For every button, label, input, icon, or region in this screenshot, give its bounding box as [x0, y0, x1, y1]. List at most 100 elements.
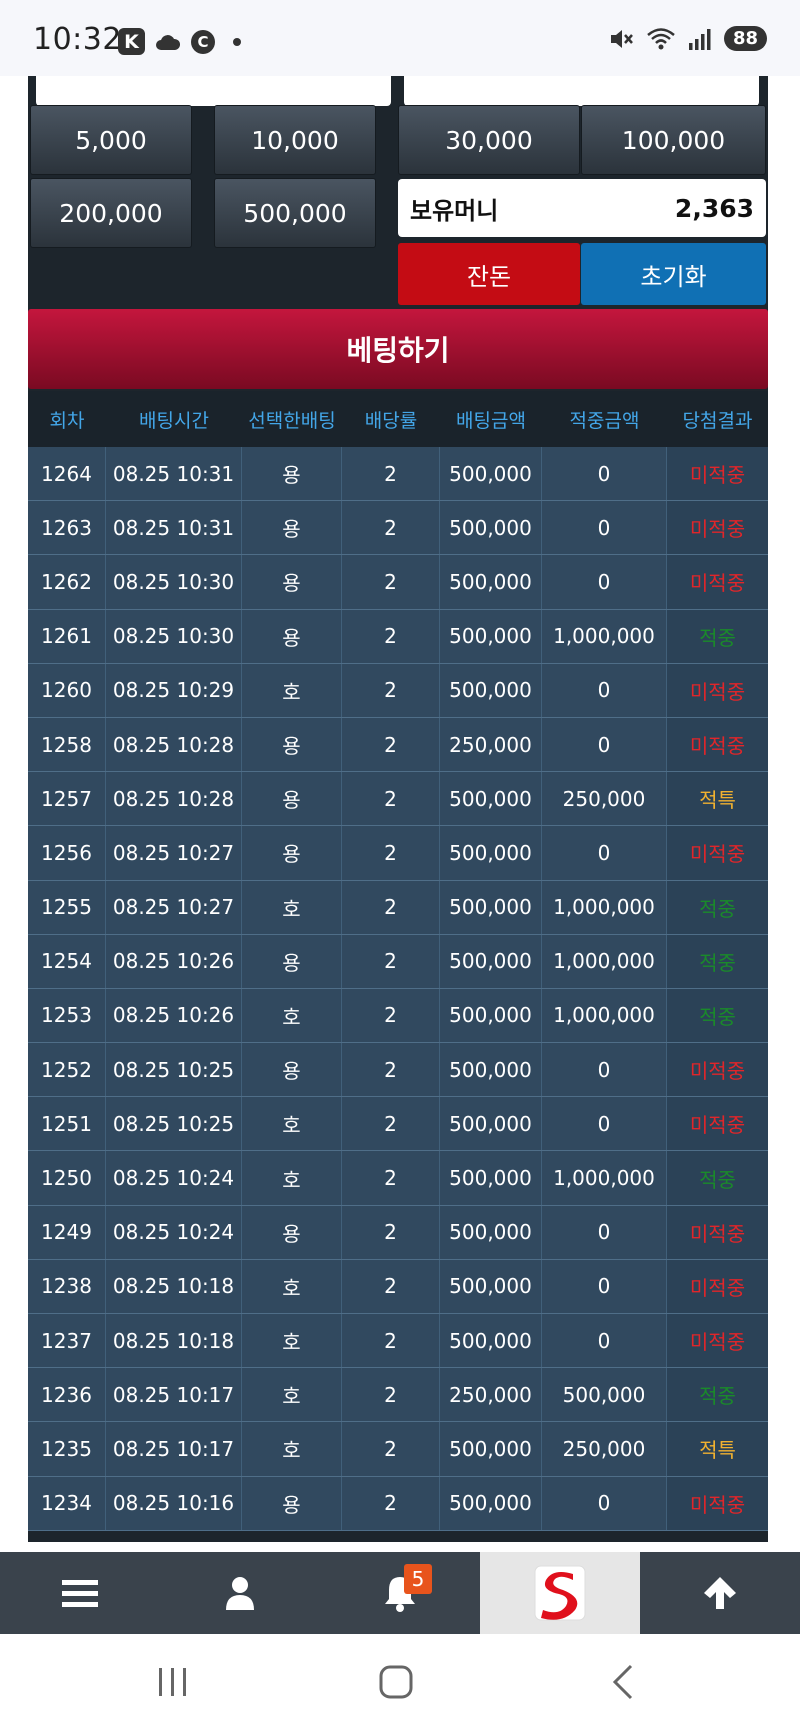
- odds-cell: 2: [342, 663, 440, 717]
- win-amount-cell: 1,000,000: [542, 934, 667, 988]
- recent-apps-icon[interactable]: [155, 1664, 191, 1700]
- menu-icon: [62, 1580, 98, 1607]
- user-icon: [226, 1577, 254, 1610]
- round-cell: 1252: [28, 1043, 106, 1097]
- round-cell: 1257: [28, 772, 106, 826]
- selected-bet-cell: 호: [242, 663, 342, 717]
- bet-amount-cell: 500,000: [440, 1259, 542, 1313]
- round-cell: 1237: [28, 1314, 106, 1368]
- game-select-right[interactable]: [404, 76, 759, 106]
- result-cell: 적중: [667, 609, 768, 663]
- odds-cell: 2: [342, 1314, 440, 1368]
- notification-button[interactable]: 5: [320, 1552, 480, 1634]
- round-cell: 1234: [28, 1476, 106, 1530]
- round-cell: 1264: [28, 447, 106, 501]
- result-cell: 미적중: [667, 555, 768, 609]
- betting-panel: 5,000 10,000 30,000 100,000 200,000 500,…: [28, 76, 768, 1542]
- result-cell: 적중: [667, 1151, 768, 1205]
- odds-cell: 2: [342, 447, 440, 501]
- round-cell: 1256: [28, 826, 106, 880]
- user-button[interactable]: [160, 1552, 320, 1634]
- menu-button[interactable]: [0, 1552, 160, 1634]
- table-row: 1255 08.25 10:27 호 2 500,000 1,000,000 적중: [28, 880, 768, 935]
- odds-cell: 2: [342, 988, 440, 1043]
- k-app-icon: K: [118, 28, 145, 55]
- remaining-button[interactable]: 잔돈: [398, 243, 580, 305]
- brand-logo: [534, 1565, 586, 1621]
- bet-amount-cell: 250,000: [440, 717, 542, 772]
- win-amount-cell: 1,000,000: [542, 988, 667, 1043]
- scroll-top-button[interactable]: [640, 1552, 800, 1634]
- selected-bet-cell: 용: [242, 826, 342, 880]
- bet-amount-cell: 500,000: [440, 663, 542, 717]
- home-icon[interactable]: [378, 1664, 414, 1700]
- bet-time-cell: 08.25 10:18: [106, 1314, 242, 1368]
- chip-500000-button[interactable]: 500,000: [214, 178, 376, 248]
- win-amount-cell: 0: [542, 1259, 667, 1313]
- table-row: 1235 08.25 10:17 호 2 500,000 250,000 적특: [28, 1422, 768, 1477]
- chip-5000-button[interactable]: 5,000: [30, 105, 192, 175]
- win-amount-cell: 0: [542, 826, 667, 880]
- result-cell: 미적중: [667, 1476, 768, 1530]
- win-amount-cell: 0: [542, 1043, 667, 1097]
- bet-time-cell: 08.25 10:27: [106, 826, 242, 880]
- bet-time-cell: 08.25 10:16: [106, 1476, 242, 1530]
- odds-cell: 2: [342, 609, 440, 663]
- selected-bet-cell: 호: [242, 1314, 342, 1368]
- bet-time-cell: 08.25 10:17: [106, 1368, 242, 1422]
- chip-30000-button[interactable]: 30,000: [398, 105, 580, 175]
- odds-cell: 2: [342, 1259, 440, 1313]
- bet-amount-cell: 500,000: [440, 934, 542, 988]
- back-icon[interactable]: [605, 1664, 641, 1700]
- result-cell: 적중: [667, 1368, 768, 1422]
- battery-indicator: 88: [723, 26, 767, 51]
- odds-cell: 2: [342, 826, 440, 880]
- table-row: 1264 08.25 10:31 용 2 500,000 0 미적중: [28, 447, 768, 502]
- balance-display: 보유머니 2,363: [398, 179, 766, 237]
- win-amount-cell: 250,000: [542, 772, 667, 826]
- odds-cell: 2: [342, 717, 440, 772]
- reset-button[interactable]: 초기화: [581, 243, 766, 305]
- odds-cell: 2: [342, 1043, 440, 1097]
- selected-bet-cell: 용: [242, 772, 342, 826]
- notification-count-badge: 5: [404, 1564, 432, 1594]
- odds-cell: 2: [342, 934, 440, 988]
- bet-time-cell: 08.25 10:27: [106, 880, 242, 934]
- brand-button[interactable]: [480, 1552, 640, 1634]
- round-cell: 1235: [28, 1422, 106, 1476]
- status-bar: 10:32 K C 88: [0, 0, 800, 76]
- odds-cell: 2: [342, 501, 440, 555]
- win-amount-cell: 0: [542, 1314, 667, 1368]
- win-amount-cell: 0: [542, 663, 667, 717]
- table-row: 1257 08.25 10:28 용 2 500,000 250,000 적특: [28, 772, 768, 827]
- bottom-nav: 5: [0, 1552, 800, 1634]
- table-row: 1258 08.25 10:28 용 2 250,000 0 미적중: [28, 717, 768, 773]
- bet-time-cell: 08.25 10:25: [106, 1043, 242, 1097]
- bet-amount-cell: 500,000: [440, 1151, 542, 1205]
- bet-amount-cell: 500,000: [440, 1422, 542, 1476]
- table-row: 1260 08.25 10:29 호 2 500,000 0 미적중: [28, 663, 768, 718]
- header-round: 회차: [49, 409, 85, 432]
- header-result: 당첨결과: [682, 409, 753, 432]
- result-cell: 적특: [667, 1422, 768, 1476]
- balance-value: 2,363: [674, 193, 754, 223]
- win-amount-cell: 0: [542, 1205, 667, 1259]
- result-cell: 미적중: [667, 826, 768, 880]
- table-row: 1237 08.25 10:18 호 2 500,000 0 미적중: [28, 1314, 768, 1369]
- selected-bet-cell: 용: [242, 609, 342, 663]
- bet-amount-cell: 500,000: [440, 609, 542, 663]
- chip-200000-button[interactable]: 200,000: [30, 178, 192, 248]
- bet-time-cell: 08.25 10:31: [106, 447, 242, 501]
- place-bet-button[interactable]: 베팅하기: [28, 309, 768, 389]
- bet-time-cell: 08.25 10:28: [106, 717, 242, 772]
- round-cell: 1236: [28, 1368, 106, 1422]
- selected-bet-cell: 용: [242, 1043, 342, 1097]
- selected-bet-cell: 용: [242, 934, 342, 988]
- result-cell: 미적중: [667, 1314, 768, 1368]
- selected-bet-cell: 용: [242, 1205, 342, 1259]
- arrow-up-icon: [704, 1577, 736, 1609]
- chip-100000-button[interactable]: 100,000: [581, 105, 766, 175]
- round-cell: 1238: [28, 1259, 106, 1313]
- game-select-left[interactable]: [36, 76, 391, 106]
- chip-10000-button[interactable]: 10,000: [214, 105, 376, 175]
